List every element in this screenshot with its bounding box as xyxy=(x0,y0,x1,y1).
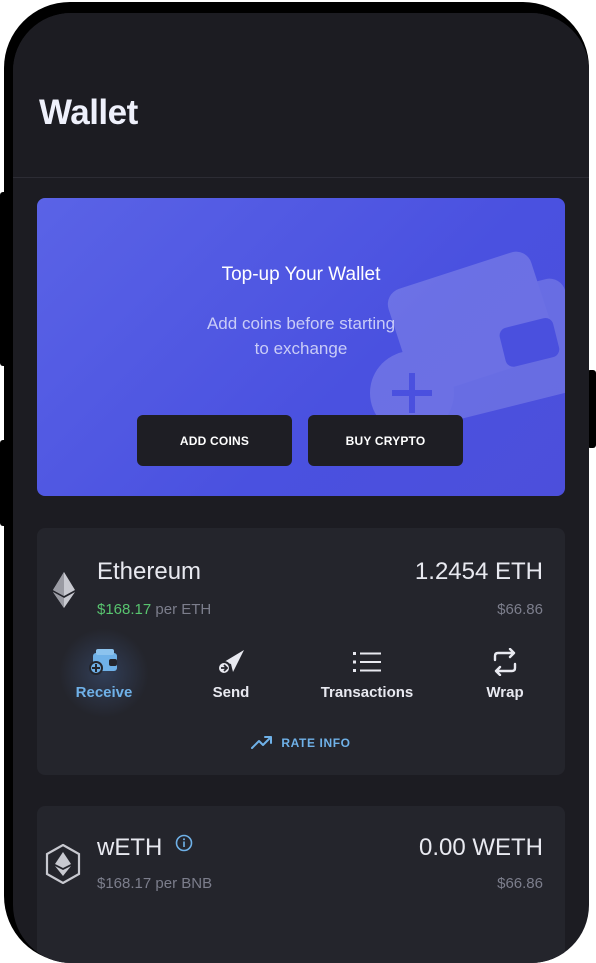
rate-info-link[interactable]: RATE INFO xyxy=(37,736,565,750)
list-icon xyxy=(353,652,381,672)
coin-rate: $168.17 per BNB xyxy=(97,875,212,892)
coin-rate-suffix: per BNB xyxy=(151,875,213,892)
coin-name: wETH xyxy=(97,834,193,862)
coin-name-text: wETH xyxy=(97,834,163,861)
coin-rate-suffix: per ETH xyxy=(151,601,212,618)
banner-subtitle-line-1: Add coins before starting xyxy=(206,314,396,333)
send-icon xyxy=(217,650,244,675)
coin-card-ethereum[interactable]: Ethereum 1.2454 ETH $168.17 per ETH $66.… xyxy=(37,528,565,775)
banner-title: Top-up Your Wallet xyxy=(221,264,381,285)
transactions-button[interactable]: Transactions xyxy=(312,646,422,701)
coin-balance: 0.00 WETH xyxy=(418,834,543,861)
buy-crypto-button[interactable]: BUY CRYPTO xyxy=(308,415,463,466)
phone-frame: Wallet Top-up Your Wallet Add coins befo… xyxy=(4,2,589,963)
coin-rate: $168.17 per ETH xyxy=(97,601,211,618)
coin-fiat-value: $66.86 xyxy=(497,875,543,892)
ethereum-icon xyxy=(53,572,75,608)
weth-icon xyxy=(45,844,81,884)
wrap-button[interactable]: Wrap xyxy=(450,646,560,701)
coin-balance: 1.2454 ETH xyxy=(414,558,543,585)
send-button[interactable]: Send xyxy=(176,646,286,701)
info-icon[interactable] xyxy=(175,834,193,852)
app-header: Wallet xyxy=(13,13,589,178)
banner-subtitle: Add coins before starting to exchange xyxy=(171,311,431,361)
coin-card-weth[interactable]: wETH 0.00 WETH $168.17 per BNB $66.86 xyxy=(37,806,565,963)
receive-label: Receive xyxy=(75,684,133,701)
app-screen: Wallet Top-up Your Wallet Add coins befo… xyxy=(13,13,589,963)
coin-rate-value: $168.17 xyxy=(97,875,152,892)
wrap-label: Wrap xyxy=(486,684,524,701)
wallet-receive-icon xyxy=(89,649,117,675)
coin-name: Ethereum xyxy=(97,558,202,585)
coin-fiat-value: $66.86 xyxy=(497,601,543,618)
page-title: Wallet xyxy=(39,93,138,132)
add-coins-button[interactable]: ADD COINS xyxy=(137,415,292,466)
rate-info-label: RATE INFO xyxy=(281,736,351,750)
receive-button[interactable]: Receive xyxy=(49,646,159,701)
swap-arrows-icon xyxy=(493,648,517,676)
send-label: Send xyxy=(212,684,250,701)
transactions-label: Transactions xyxy=(320,684,414,701)
trending-up-icon xyxy=(251,736,273,749)
topup-banner: Top-up Your Wallet Add coins before star… xyxy=(37,198,565,496)
banner-subtitle-line-2: to exchange xyxy=(254,339,348,358)
coin-rate-value: $168.17 xyxy=(97,601,152,618)
